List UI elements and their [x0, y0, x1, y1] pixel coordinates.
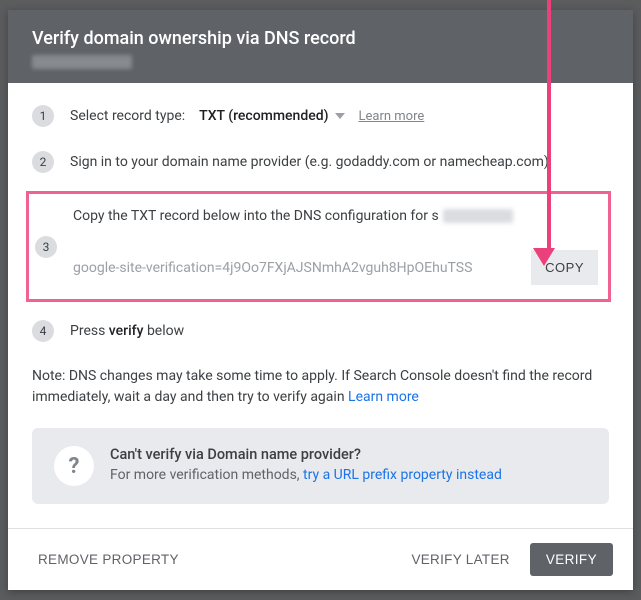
note-learn-more-link[interactable]: Learn more — [348, 389, 419, 405]
copy-button[interactable]: COPY — [531, 250, 598, 285]
step-number: 2 — [32, 151, 54, 173]
record-type-value: TXT (recommended) — [199, 108, 328, 124]
chevron-down-icon — [335, 113, 345, 119]
note-text: Note: DNS changes may take some time to … — [32, 368, 592, 405]
verify-later-button[interactable]: VERIFY LATER — [401, 544, 519, 575]
url-prefix-link[interactable]: try a URL prefix property instead — [303, 467, 502, 483]
step-1: 1 Select record type: TXT (recommended) … — [32, 105, 609, 127]
record-type-dropdown[interactable]: TXT (recommended) — [199, 108, 344, 124]
step-number: 4 — [32, 320, 54, 342]
alt-verify-card: ? Can't verify via Domain name provider?… — [32, 428, 609, 504]
step-number: 3 — [35, 236, 57, 258]
step-4-text-after: below — [143, 323, 184, 339]
dialog-header: Verify domain ownership via DNS record — [8, 10, 633, 83]
dialog-title: Verify domain ownership via DNS record — [32, 28, 609, 49]
step-4-verify-word: verify — [109, 323, 144, 339]
txt-record-value[interactable]: google-site-verification=4j9Oo7FXjAJSNmh… — [73, 260, 523, 276]
step-4: 4 Press verify below — [32, 320, 609, 342]
alt-verify-body: For more verification methods, — [110, 467, 303, 483]
question-icon: ? — [54, 446, 94, 486]
dialog-body: 1 Select record type: TXT (recommended) … — [8, 83, 633, 528]
domain-name-redacted — [32, 55, 132, 69]
domain-redacted — [443, 209, 513, 223]
step-3-text: Copy the TXT record below into the DNS c… — [73, 208, 439, 224]
step-2: 2 Sign in to your domain name provider (… — [32, 151, 609, 173]
step-1-label: Select record type: — [70, 108, 185, 124]
verify-dns-dialog: Verify domain ownership via DNS record 1… — [8, 10, 633, 590]
learn-more-link[interactable]: Learn more — [359, 109, 425, 124]
step-number: 1 — [32, 105, 54, 127]
dialog-footer: REMOVE PROPERTY VERIFY LATER VERIFY — [8, 528, 633, 590]
verify-button[interactable]: VERIFY — [530, 543, 613, 576]
alt-verify-title: Can't verify via Domain name provider? — [110, 446, 502, 463]
step-2-text: Sign in to your domain name provider (e.… — [70, 154, 609, 170]
dns-note: Note: DNS changes may take some time to … — [32, 366, 609, 408]
remove-property-button[interactable]: REMOVE PROPERTY — [28, 544, 189, 575]
step-4-text-before: Press — [70, 323, 109, 339]
step-3-highlight: 3 Copy the TXT record below into the DNS… — [26, 191, 611, 302]
